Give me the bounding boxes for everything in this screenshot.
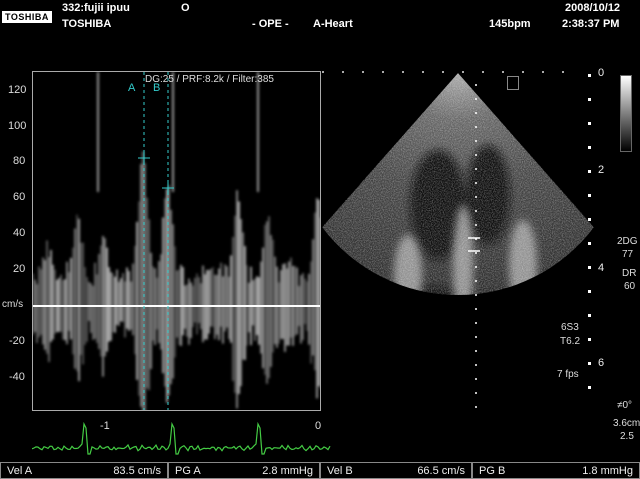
pg-a-value: 2.8 mmHg <box>262 464 313 477</box>
gain-label: 2DG <box>617 236 638 247</box>
heart-rate: 145bpm <box>489 18 531 30</box>
measurement-bar: Vel A 83.5 cm/s PG A 2.8 mmHg Vel B 66.5… <box>0 462 640 479</box>
y-tick-label: 20 <box>13 263 26 275</box>
doppler-angle: ≠0° <box>617 400 633 411</box>
y-tick-label: 60 <box>13 191 26 203</box>
velocity-unit: cm/s <box>2 299 24 310</box>
vel-a-label: Vel A <box>7 464 33 477</box>
frame-rate: 7 fps <box>557 369 579 380</box>
pg-a-cell: PG A 2.8 mmHg <box>168 462 320 479</box>
vel-b-label: Vel B <box>327 464 353 477</box>
doppler-settings: DG:25 / PRF:8.2k / Filter:385 <box>145 74 274 85</box>
y-tick-label: -20 <box>9 335 25 347</box>
manufacturer-label: TOSHIBA <box>62 18 112 30</box>
y-tick-label: 40 <box>13 227 26 239</box>
pg-b-cell: PG B 1.8 mmHg <box>472 462 640 479</box>
vel-a-value: 83.5 cm/s <box>113 464 161 477</box>
cursor-b-label: B <box>153 82 161 94</box>
pg-b-label: PG B <box>479 464 506 477</box>
orientation-marker: O <box>181 2 190 14</box>
depth-tick-label: 2 <box>598 164 605 176</box>
pg-a-label: PG A <box>175 464 201 477</box>
doppler-spectrum-panel[interactable] <box>32 71 321 411</box>
cursor-a-label: A <box>128 82 136 94</box>
dynamic-range-value: 60 <box>624 281 636 292</box>
vel-a-cell: Vel A 83.5 cm/s <box>0 462 168 479</box>
dot-row <box>322 71 564 73</box>
image-depth: 3.6cm <box>613 418 640 429</box>
vel-b-value: 66.5 cm/s <box>417 464 465 477</box>
grayscale-bar <box>620 75 632 152</box>
probe-orientation-icon <box>507 76 519 90</box>
thermal-index: T6.2 <box>560 336 581 347</box>
ecg-trace <box>32 421 331 455</box>
depth-scale <box>588 74 591 389</box>
depth-tick-label: 0 <box>598 67 605 79</box>
vel-b-cell: Vel B 66.5 cm/s <box>320 462 472 479</box>
brand-logo: TOSHIBA <box>2 11 52 23</box>
exam-mode: - OPE - <box>252 18 289 30</box>
exam-preset: A-Heart <box>313 18 353 30</box>
exam-time: 2:38:37 PM <box>562 18 620 30</box>
gain-value: 77 <box>622 249 634 260</box>
y-tick-label: 100 <box>8 120 27 132</box>
focus-depth: 2.5 <box>620 431 634 442</box>
depth-tick-label: 4 <box>598 262 605 274</box>
y-tick-label: 80 <box>13 155 26 167</box>
depth-tick-label: 6 <box>598 357 605 369</box>
y-tick-label: -40 <box>9 371 25 383</box>
exam-date: 2008/10/12 <box>565 2 621 14</box>
patient-id: 332:fujii ipuu <box>62 2 130 14</box>
dynamic-range-label: DR <box>622 268 637 279</box>
y-tick-label: 120 <box>8 84 27 96</box>
pg-b-value: 1.8 mmHg <box>582 464 633 477</box>
doppler-spectrum <box>33 72 320 410</box>
probe-label: 6S3 <box>561 322 579 333</box>
